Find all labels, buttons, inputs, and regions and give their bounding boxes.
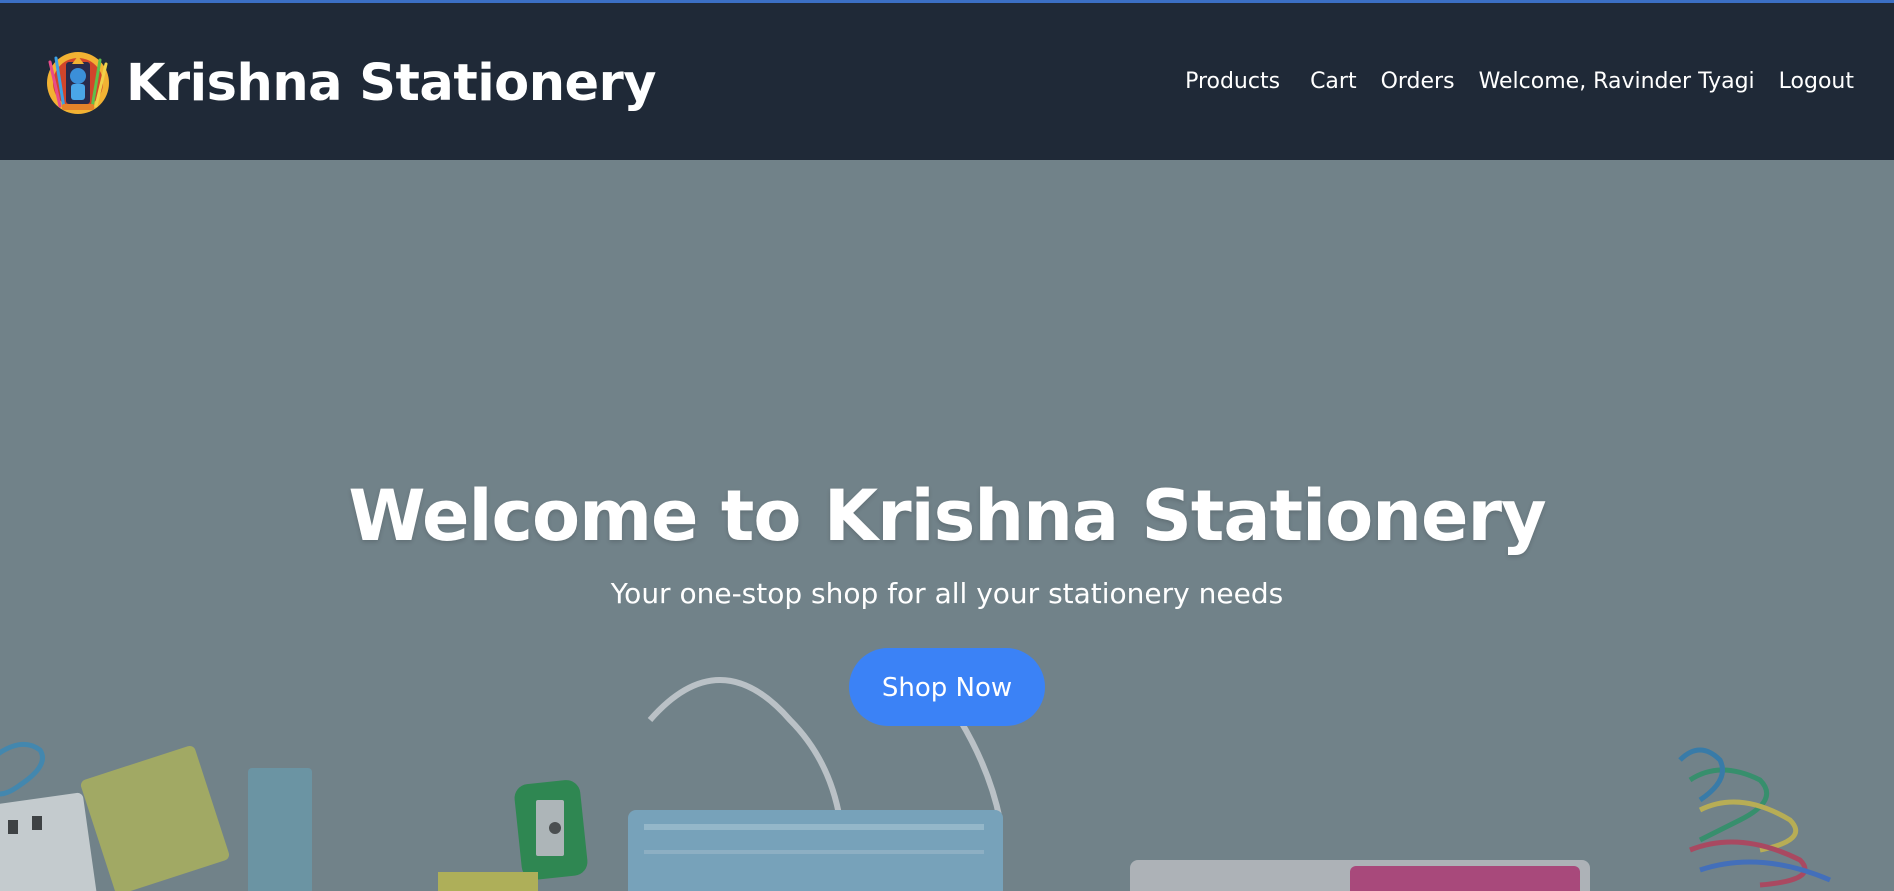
hero-title: Welcome to Krishna Stationery xyxy=(348,475,1546,557)
shop-now-button[interactable]: Shop Now xyxy=(849,648,1045,726)
nav-cart[interactable]: Cart xyxy=(1310,69,1357,94)
nav-orders[interactable]: Orders xyxy=(1381,69,1455,94)
hero-content: Welcome to Krishna Stationery Your one-s… xyxy=(0,478,1894,726)
hero-section: Welcome to Krishna Stationery Your one-s… xyxy=(0,160,1894,891)
main-nav: Products Cart Orders Welcome, Ravinder T… xyxy=(1185,69,1854,94)
nav-logout[interactable]: Logout xyxy=(1779,69,1854,94)
navbar: Krishna Stationery Products Cart Orders … xyxy=(0,3,1894,160)
brand[interactable]: Krishna Stationery xyxy=(42,47,657,119)
nav-products[interactable]: Products xyxy=(1185,69,1280,94)
brand-name: Krishna Stationery xyxy=(126,53,657,113)
welcome-user-text: Welcome, Ravinder Tyagi xyxy=(1478,69,1755,94)
hero-subtitle: Your one-stop shop for all your statione… xyxy=(610,577,1284,610)
krishna-logo-icon xyxy=(47,52,109,114)
